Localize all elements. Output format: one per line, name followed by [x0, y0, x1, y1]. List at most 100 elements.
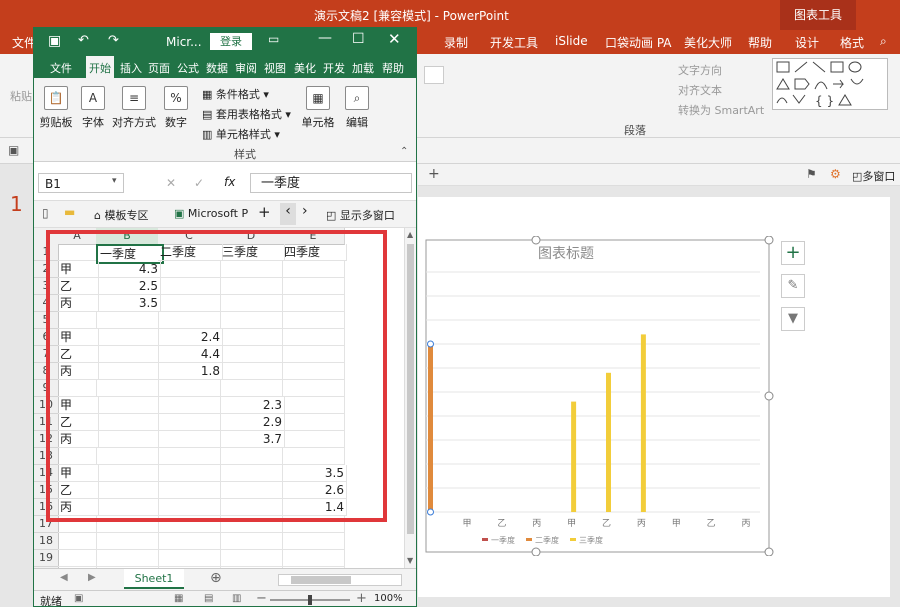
excel-tab-addins[interactable]: 加载 [352, 60, 374, 76]
formula-input[interactable]: 一季度 [250, 173, 412, 193]
ppt-text-direction[interactable]: 文字方向 [678, 62, 722, 78]
grid-cell[interactable] [282, 550, 345, 567]
normal-view-icon[interactable]: ▦ [174, 593, 183, 604]
chart-styles-icon[interactable]: ✎ [781, 274, 805, 298]
scroll-down-icon[interactable]: ▼ [407, 556, 413, 565]
bar[interactable] [640, 334, 646, 512]
chart-elements-icon[interactable]: + [781, 241, 805, 265]
grid-cell[interactable] [220, 533, 283, 550]
series-selection-handle[interactable] [427, 508, 434, 516]
ppt-tab-format[interactable]: 格式 [840, 34, 864, 51]
add-tab-icon[interactable]: + [428, 166, 440, 182]
cells-button[interactable]: ▦ 单元格 [300, 86, 336, 130]
resize-handle[interactable] [764, 391, 774, 401]
folder-icon[interactable]: ▬ [64, 205, 75, 219]
ppt-tab-design[interactable]: 设计 [795, 34, 819, 51]
save-icon[interactable]: ▣ [8, 143, 19, 157]
chevron-right-icon[interactable]: › [302, 203, 308, 219]
zoom-out-icon[interactable]: − [256, 591, 267, 606]
ppt-tab-record[interactable]: 录制 [444, 34, 468, 51]
login-button[interactable]: 登录 [210, 33, 252, 50]
chart-object[interactable]: 甲 乙 丙 甲 乙 丙 甲 乙 丙 一季度 二季度 三季度 图表标题 [418, 236, 778, 556]
excel-tab-formula[interactable]: 公式 [177, 60, 199, 76]
excel-tab-data[interactable]: 数据 [206, 60, 228, 76]
sheet-next-icon[interactable]: ▶ [88, 572, 96, 583]
chart-title[interactable]: 图表标题 [538, 246, 594, 262]
name-box-dropdown-icon[interactable]: ▾ [112, 176, 117, 186]
chart-frame[interactable] [425, 239, 770, 553]
resize-handle[interactable] [531, 547, 541, 556]
excel-tab-help[interactable]: 帮助 [382, 60, 404, 76]
excel-tab-page[interactable]: 页面 [148, 60, 170, 76]
pin-icon[interactable]: ⚑ [806, 167, 817, 181]
ppt-tab-help[interactable]: 帮助 [748, 34, 772, 51]
slide-thumbnail-number[interactable]: 1 [10, 192, 23, 216]
grid-cell[interactable] [220, 550, 283, 567]
chevron-left-icon[interactable]: ‹ [280, 203, 296, 225]
new-doc-icon[interactable]: ▯ [42, 206, 49, 220]
ppt-font-size-box[interactable] [424, 66, 444, 84]
excel-tab-developer[interactable]: 开发 [323, 60, 345, 76]
series-selection-handle[interactable] [427, 340, 434, 348]
ppt-tab-developer[interactable]: 开发工具 [490, 34, 538, 51]
ppt-tab-pocket-animation[interactable]: 口袋动画 PA [605, 34, 672, 51]
document-tab[interactable]: ▣ Microsoft P [174, 207, 248, 220]
multi-window-button[interactable]: ◰多窗口 [852, 168, 895, 184]
chart-filter-icon[interactable]: ▼ [781, 307, 805, 331]
macro-record-icon[interactable]: ▣ [74, 593, 83, 604]
ppt-shapes-gallery[interactable]: { } [772, 58, 888, 110]
grid-cell[interactable] [282, 533, 345, 550]
grid-cell[interactable] [158, 533, 221, 550]
h-scroll-thumb[interactable] [291, 576, 351, 584]
grid-cell[interactable] [58, 533, 97, 550]
minimize-icon[interactable]: — [318, 30, 332, 46]
font-button[interactable]: A 字体 [78, 86, 108, 130]
vertical-scrollbar[interactable]: ▲ ▼ [404, 228, 416, 568]
zoom-slider-thumb[interactable] [308, 595, 312, 605]
template-zone-tab[interactable]: ⌂ 模板专区 [94, 207, 148, 223]
zoom-slider[interactable] [270, 595, 350, 605]
scroll-up-icon[interactable]: ▲ [407, 230, 413, 239]
add-tab-icon[interactable]: + [258, 203, 271, 221]
add-sheet-icon[interactable]: ⊕ [210, 570, 222, 586]
cancel-icon[interactable]: ✕ [166, 176, 176, 190]
redo-icon[interactable]: ↷ [108, 33, 119, 48]
insert-function-button[interactable]: fx [224, 175, 235, 189]
sheet-tab-sheet1[interactable]: Sheet1 [124, 569, 184, 589]
page-break-icon[interactable]: ▥ [232, 593, 241, 604]
resize-handle[interactable] [764, 547, 774, 556]
excel-tab-view[interactable]: 视图 [264, 60, 286, 76]
horizontal-scrollbar[interactable] [278, 574, 402, 586]
resize-handle[interactable] [531, 236, 541, 245]
row-header[interactable]: 18 [34, 533, 59, 550]
bar[interactable] [606, 372, 611, 512]
bar[interactable] [571, 401, 577, 512]
grid-cell[interactable] [158, 550, 221, 567]
cell-styles-button[interactable]: ▥ 单元格样式 ▾ [202, 126, 280, 142]
save-icon[interactable]: ▣ [48, 33, 61, 49]
resize-handle[interactable] [764, 236, 774, 245]
bar[interactable] [428, 344, 433, 512]
grid-cell[interactable] [58, 550, 97, 567]
number-button[interactable]: % 数字 [162, 86, 190, 130]
zoom-in-icon[interactable]: + [356, 591, 367, 606]
excel-tab-file[interactable]: 文件 [50, 60, 72, 76]
collapse-ribbon-icon[interactable]: ⌃ [400, 146, 408, 157]
ppt-tab-islide[interactable]: iSlide [555, 34, 588, 48]
enter-icon[interactable]: ✓ [194, 176, 204, 190]
maximize-icon[interactable]: ☐ [352, 31, 365, 47]
ppt-paste-button[interactable]: 粘贴 [10, 88, 32, 104]
gear-icon[interactable]: ⚙ [830, 167, 841, 181]
page-layout-icon[interactable]: ▤ [204, 593, 213, 604]
ribbon-display-icon[interactable]: ▭ [268, 32, 279, 46]
clipboard-button[interactable]: 📋 剪贴板 [38, 86, 74, 130]
ppt-convert-smartart[interactable]: 转换为 SmartArt [678, 102, 764, 118]
ppt-tab-beautify-master[interactable]: 美化大师 [684, 34, 732, 51]
excel-tab-beautify[interactable]: 美化 [294, 60, 316, 76]
search-icon[interactable]: ⌕ [880, 34, 887, 49]
format-as-table-button[interactable]: ▤ 套用表格格式 ▾ [202, 106, 291, 122]
ppt-align-text[interactable]: 对齐文本 [678, 82, 722, 98]
close-icon[interactable]: ✕ [388, 30, 401, 48]
alignment-button[interactable]: ≡ 对齐方式 [112, 86, 156, 130]
scroll-thumb[interactable] [407, 244, 414, 534]
